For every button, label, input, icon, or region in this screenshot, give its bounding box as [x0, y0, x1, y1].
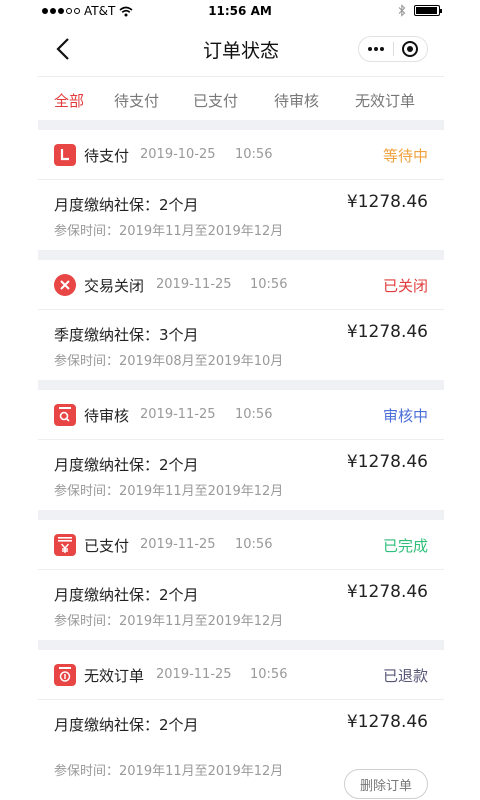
order-time: 10:56: [250, 277, 288, 292]
order-tabs: 全部 待支付 已支付 待审核 无效订单: [38, 76, 444, 120]
review-icon: [54, 404, 76, 426]
close-circle-icon: [54, 274, 76, 296]
order-time: 10:56: [250, 667, 288, 682]
order-card[interactable]: 待支付 2019-10-25 10:56 等待中 月度缴纳社保：2个月 ¥127…: [38, 130, 444, 250]
order-header: 已支付 2019-11-25 10:56 已完成: [38, 520, 444, 570]
close-miniprogram-button[interactable]: [394, 41, 428, 57]
order-header: 交易关闭 2019-11-25 10:56 已关闭: [38, 260, 444, 310]
more-options-icon[interactable]: [359, 47, 393, 51]
order-amount: ¥1278.46: [346, 192, 428, 212]
insurance-period: 参保时间：2019年11月至2019年12月: [54, 614, 284, 629]
order-description: 季度缴纳社保：3个月: [54, 326, 199, 344]
order-date: 2019-11-25: [140, 407, 216, 422]
order-time: 10:56: [235, 407, 273, 422]
section-gap: [38, 120, 444, 130]
order-type: 待审核: [84, 407, 130, 425]
order-date: 2019-11-25: [156, 667, 232, 682]
status-badge: 审核中: [382, 407, 428, 425]
tab-invalid-orders[interactable]: 无效订单: [355, 90, 415, 111]
order-time: 10:56: [235, 147, 273, 162]
order-description: 月度缴纳社保：2个月: [54, 586, 199, 604]
miniprogram-capsule: [358, 36, 428, 62]
section-gap: [38, 510, 444, 520]
order-type: 无效订单: [84, 667, 145, 685]
pending-payment-icon: [54, 144, 76, 166]
delete-order-button[interactable]: 删除订单: [344, 769, 428, 799]
order-description: 月度缴纳社保：2个月: [54, 196, 199, 214]
bluetooth-icon: [398, 4, 406, 17]
order-amount: ¥1278.46: [346, 582, 428, 602]
order-amount: ¥1278.46: [346, 712, 428, 732]
order-time: 10:56: [235, 537, 273, 552]
status-badge: 已退款: [382, 667, 428, 685]
order-type: 已支付: [84, 537, 130, 555]
order-description: 月度缴纳社保：2个月: [54, 716, 199, 734]
status-badge: 等待中: [382, 147, 428, 165]
order-type: 待支付: [84, 147, 130, 165]
tab-paid[interactable]: 已支付: [193, 90, 238, 111]
order-card[interactable]: 已支付 2019-11-25 10:56 已完成 月度缴纳社保：2个月 ¥127…: [38, 520, 444, 640]
order-type: 交易关闭: [84, 277, 145, 295]
order-amount: ¥1278.46: [346, 322, 428, 342]
order-header: 待审核 2019-11-25 10:56 审核中: [38, 390, 444, 440]
insurance-period: 参保时间：2019年11月至2019年12月: [54, 764, 284, 779]
invalid-order-icon: [54, 664, 76, 686]
system-icons: [398, 4, 442, 17]
navigation-bar: 订单状态: [38, 22, 444, 76]
section-gap: [38, 250, 444, 260]
status-badge: 已完成: [382, 537, 428, 555]
order-amount: ¥1278.46: [346, 452, 428, 472]
tab-pending-review[interactable]: 待审核: [274, 90, 319, 111]
order-date: 2019-11-25: [156, 277, 232, 292]
order-date: 2019-10-25: [140, 147, 216, 162]
order-card[interactable]: 无效订单 2019-11-25 10:56 已退款 月度缴纳社保：2个月 ¥12…: [38, 650, 444, 800]
tab-all[interactable]: 全部: [54, 90, 84, 111]
status-badge: 已关闭: [382, 277, 428, 295]
section-gap: [38, 380, 444, 390]
status-bar: AT&T 11:56 AM: [0, 0, 480, 22]
paid-yen-icon: [54, 534, 76, 556]
insurance-period: 参保时间：2019年08月至2019年10月: [54, 354, 284, 369]
insurance-period: 参保时间：2019年11月至2019年12月: [54, 484, 284, 499]
order-date: 2019-11-25: [140, 537, 216, 552]
order-header: 无效订单 2019-11-25 10:56 已退款: [38, 650, 444, 700]
order-header: 待支付 2019-10-25 10:56 等待中: [38, 130, 444, 180]
order-card[interactable]: 交易关闭 2019-11-25 10:56 已关闭 季度缴纳社保：3个月 ¥12…: [38, 260, 444, 380]
tab-pending-payment[interactable]: 待支付: [114, 90, 159, 111]
insurance-period: 参保时间：2019年11月至2019年12月: [54, 224, 284, 239]
order-card[interactable]: 待审核 2019-11-25 10:56 审核中 月度缴纳社保：2个月 ¥127…: [38, 390, 444, 510]
section-gap: [38, 640, 444, 650]
target-icon: [402, 41, 419, 57]
battery-icon: [414, 5, 442, 16]
order-description: 月度缴纳社保：2个月: [54, 456, 199, 474]
